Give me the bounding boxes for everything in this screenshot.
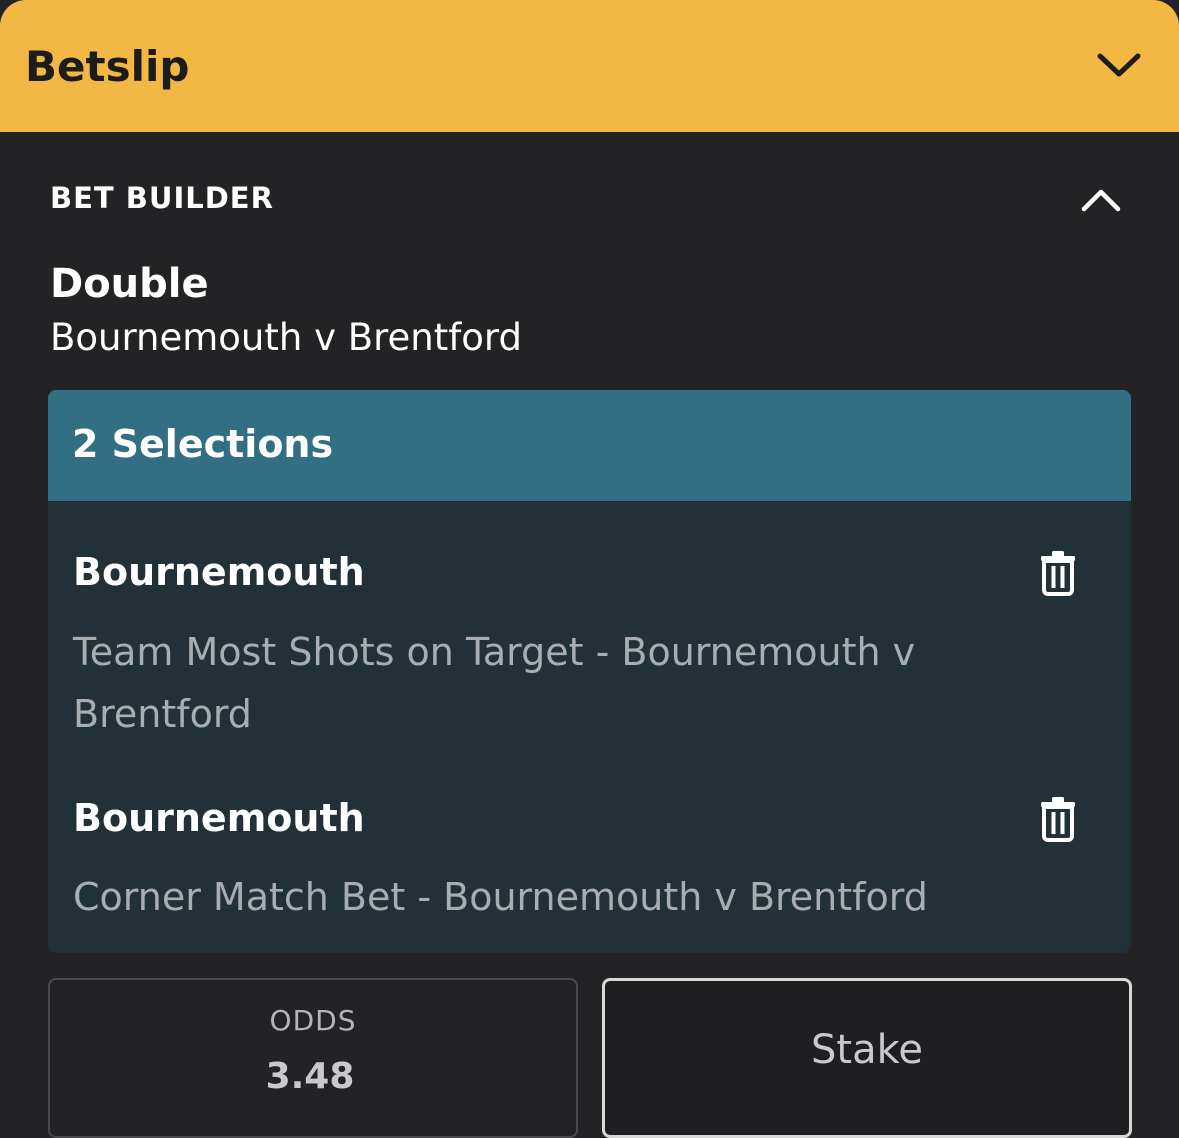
event-name: Bournemouth v Brentford [50, 316, 522, 359]
odds-box: ODDS 3.48 [48, 978, 578, 1138]
betslip-header[interactable]: Betslip [0, 0, 1179, 132]
odds-value: 3.48 [265, 1056, 355, 1097]
bet-type: Double [50, 261, 209, 307]
selections-count: 2 Selections [72, 422, 334, 466]
selection-title: Bournemouth [73, 550, 365, 594]
selections-header: 2 Selections [48, 390, 1131, 501]
selection-market: Corner Match Bet - Bournemouth v Brentfo… [73, 875, 928, 919]
trash-icon[interactable] [1038, 796, 1078, 842]
stake-input[interactable]: Stake [602, 978, 1132, 1138]
chevron-down-icon[interactable] [1095, 44, 1143, 84]
trash-icon[interactable] [1038, 550, 1078, 596]
chevron-up-icon[interactable] [1080, 183, 1122, 217]
odds-label: ODDS [269, 1004, 357, 1037]
betslip-title: Betslip [25, 42, 190, 91]
bet-builder-label: BET BUILDER [50, 181, 274, 215]
selection-market-continued: Brentford [73, 692, 252, 736]
selection-title: Bournemouth [73, 796, 365, 840]
stake-placeholder: Stake [811, 1027, 923, 1073]
selection-market: Team Most Shots on Target - Bournemouth … [73, 630, 916, 674]
selections-card: 2 Selections Bournemouth Team Most Shots… [48, 390, 1131, 953]
